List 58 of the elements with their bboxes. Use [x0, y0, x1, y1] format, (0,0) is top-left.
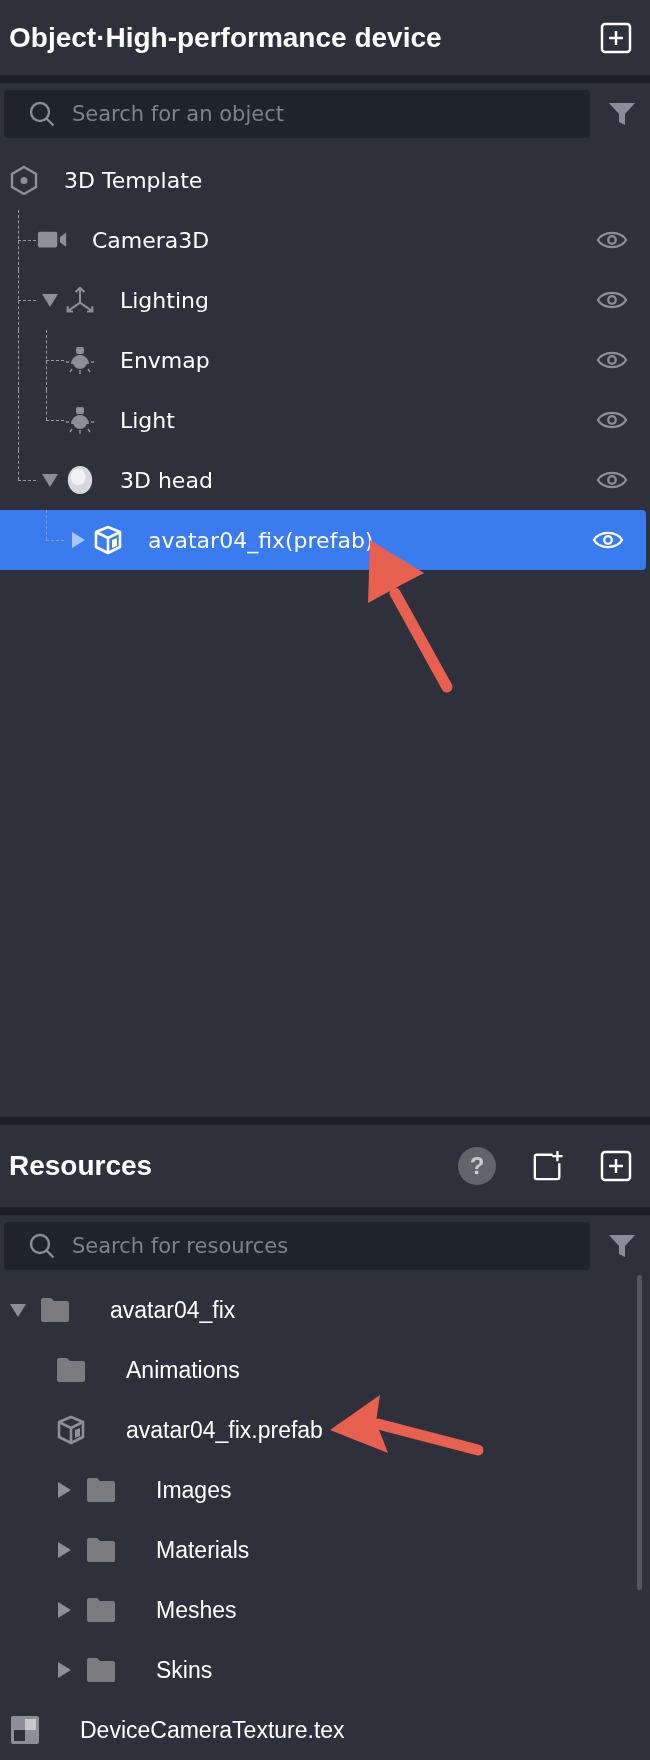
item-label[interactable]: Images	[156, 1476, 232, 1504]
folder-icon	[86, 1597, 116, 1623]
caret-right-icon[interactable]	[56, 1482, 72, 1498]
item-label: Light	[120, 407, 175, 433]
tree-row[interactable]: Light	[0, 390, 650, 450]
tree-row[interactable]: Lighting	[0, 270, 650, 330]
item-label: 3D head	[120, 467, 213, 493]
lamp-icon	[65, 405, 95, 435]
item-label[interactable]: Animations	[126, 1356, 240, 1384]
new-file-icon[interactable]	[532, 1150, 564, 1182]
search-icon	[28, 1232, 56, 1260]
item-label[interactable]: Skins	[156, 1656, 213, 1684]
panel-title: Resources	[9, 1150, 153, 1182]
search-field[interactable]: Search for an object	[4, 90, 590, 138]
item-label[interactable]: Meshes	[156, 1596, 237, 1624]
item-label[interactable]: avatar04_fix	[110, 1296, 236, 1324]
scrollbar[interactable]	[637, 1275, 642, 1590]
filter-icon[interactable]	[608, 100, 636, 128]
item-label[interactable]: Materials	[156, 1536, 250, 1564]
tree-row[interactable]: Camera3D	[0, 210, 650, 270]
search-icon	[28, 100, 56, 128]
item-label[interactable]: avatar04_fix.prefab	[126, 1416, 323, 1444]
item-label: Camera3D	[92, 227, 210, 253]
search-field[interactable]: Search for resources	[4, 1222, 590, 1270]
item-label: Lighting	[120, 287, 209, 313]
add-icon[interactable]	[600, 21, 632, 54]
item-label: avatar04_fix(prefab)	[148, 527, 374, 553]
cube-icon	[56, 1415, 86, 1445]
caret-down-icon[interactable]	[42, 472, 58, 488]
add-icon[interactable]	[600, 1150, 632, 1182]
caret-down-icon[interactable]	[10, 1302, 26, 1318]
item-label: 3D Template	[64, 167, 203, 193]
folder-icon	[86, 1537, 116, 1563]
tree-row[interactable]: 3D Template	[0, 150, 650, 210]
folder-icon	[86, 1477, 116, 1503]
tree-row[interactable]: 3D head	[0, 450, 650, 510]
help-button[interactable]: ?	[458, 1147, 496, 1185]
filter-icon[interactable]	[608, 1232, 636, 1260]
hexagon-icon	[9, 165, 39, 195]
caret-right-icon[interactable]	[70, 532, 86, 548]
tree-row[interactable]: Envmap	[0, 330, 650, 390]
panel-title: Object·High-performance device	[9, 21, 442, 54]
checker-icon	[10, 1715, 40, 1745]
camera-icon	[37, 229, 67, 251]
item-label: Envmap	[120, 347, 210, 373]
folder-icon	[56, 1357, 86, 1383]
cube-icon	[93, 525, 123, 555]
caret-right-icon[interactable]	[56, 1662, 72, 1678]
caret-right-icon[interactable]	[56, 1542, 72, 1558]
folder-icon	[86, 1657, 116, 1683]
folder-icon	[40, 1297, 70, 1323]
caret-down-icon[interactable]	[42, 292, 58, 308]
item-label[interactable]: DeviceCameraTexture.tex	[80, 1716, 345, 1744]
axes-icon	[65, 285, 95, 315]
head-icon	[65, 464, 95, 496]
caret-right-icon[interactable]	[56, 1602, 72, 1618]
tree-row[interactable]: avatar04_fix(prefab)	[0, 510, 646, 570]
lamp-icon	[65, 345, 95, 375]
